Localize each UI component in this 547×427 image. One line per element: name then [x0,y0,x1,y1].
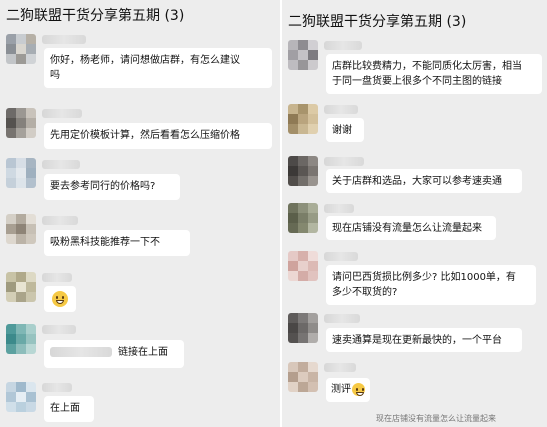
sender-name-blurred [324,363,356,372]
sender-name-blurred [42,273,72,282]
message-text: 速卖通算是现在更新最快的，一个平台 [332,335,502,346]
avatar[interactable] [6,214,36,244]
message-bubble[interactable]: 速卖通算是现在更新最快的，一个平台 [326,328,522,352]
message-bubble[interactable]: 先用定价模板计算，然后看看怎么压缩价格 [44,123,272,149]
message-text: 吗 [50,70,60,81]
link-blurred [50,347,112,357]
sender-name-blurred [42,109,82,118]
message-text: 吸粉黑科技能推荐一下不 [50,237,160,248]
message-text: 你好，杨老师，请问想做店群，有怎么建议 [50,55,240,66]
message-bubble[interactable]: 谢谢 [326,118,364,142]
message-bubble[interactable]: 吸粉黑科技能推荐一下不 [44,230,190,256]
chat-title: 二狗联盟干货分享第五期 (3) [6,8,185,24]
message-bubble[interactable]: 你好，杨老师，请问想做店群，有怎么建议 吗 [44,48,272,88]
message-text: 要去参考同行的价格吗? [50,181,156,192]
avatar[interactable] [288,104,318,134]
sender-name-blurred [42,383,72,392]
avatar[interactable] [6,108,36,138]
message-bubble[interactable]: 要去参考同行的价格吗? [44,174,180,200]
chat-title: 二狗联盟干货分享第五期 (3) [288,14,467,30]
message-text: 店群比较费精力，不能同质化太厉害，相当 [332,61,522,72]
message-bubble[interactable]: 测评 [326,378,370,402]
message-bubble[interactable]: 请问巴西货损比例多少? 比如1000单，有 多少不取货的? [326,265,536,305]
message-text: 链接在上面 [118,347,168,358]
message-text: 于同一盘货要上很多个不同主图的链接 [332,76,502,87]
sender-name-blurred [42,160,80,169]
grin-emoji-icon [52,291,68,307]
message-text: 测评 [331,384,351,395]
sender-name-blurred [42,35,86,44]
message-bubble[interactable]: 在上面 [44,396,94,422]
avatar[interactable] [6,158,36,188]
avatar[interactable] [288,40,318,70]
message-text: 先用定价模板计算，然后看看怎么压缩价格 [50,130,240,141]
avatar[interactable] [6,324,36,354]
message-bubble[interactable]: 链接在上面 [44,340,184,368]
sender-name-blurred [42,325,76,334]
sender-name-blurred [324,105,358,114]
image-caption: 现在店铺没有流量怎么让流量起来 [376,414,496,423]
avatar[interactable] [6,382,36,412]
sender-name-blurred [324,41,362,50]
message-bubble[interactable] [44,286,76,312]
message-text: 关于店群和选品，大家可以参考速卖通 [332,176,502,187]
message-text: 请问巴西货损比例多少? 比如1000单，有 [332,272,516,283]
grin-emoji-icon [352,382,365,396]
left-chat-screenshot: 二狗联盟干货分享第五期 (3) 你好，杨老师，请问想做店群，有怎么建议 吗 先用… [0,0,280,427]
avatar[interactable] [6,34,36,64]
sender-name-blurred [324,204,354,213]
sender-name-blurred [324,314,360,323]
sender-name-blurred [324,157,364,166]
avatar[interactable] [288,156,318,186]
avatar[interactable] [288,251,318,281]
right-chat-screenshot: 二狗联盟干货分享第五期 (3) 店群比较费精力，不能同质化太厉害，相当 于同一盘… [282,0,547,427]
message-bubble[interactable]: 现在店铺没有流量怎么让流量起来 [326,216,496,240]
avatar[interactable] [288,203,318,233]
avatar[interactable] [288,313,318,343]
message-text: 在上面 [50,403,80,414]
message-text: 谢谢 [332,125,352,136]
message-bubble[interactable]: 店群比较费精力，不能同质化太厉害，相当 于同一盘货要上很多个不同主图的链接 [326,54,542,94]
message-bubble[interactable]: 关于店群和选品，大家可以参考速卖通 [326,169,522,193]
message-text: 现在店铺没有流量怎么让流量起来 [332,223,482,234]
sender-name-blurred [42,216,78,225]
avatar[interactable] [288,362,318,392]
avatar[interactable] [6,272,36,302]
message-text: 多少不取货的? [332,287,398,298]
sender-name-blurred [324,252,358,261]
